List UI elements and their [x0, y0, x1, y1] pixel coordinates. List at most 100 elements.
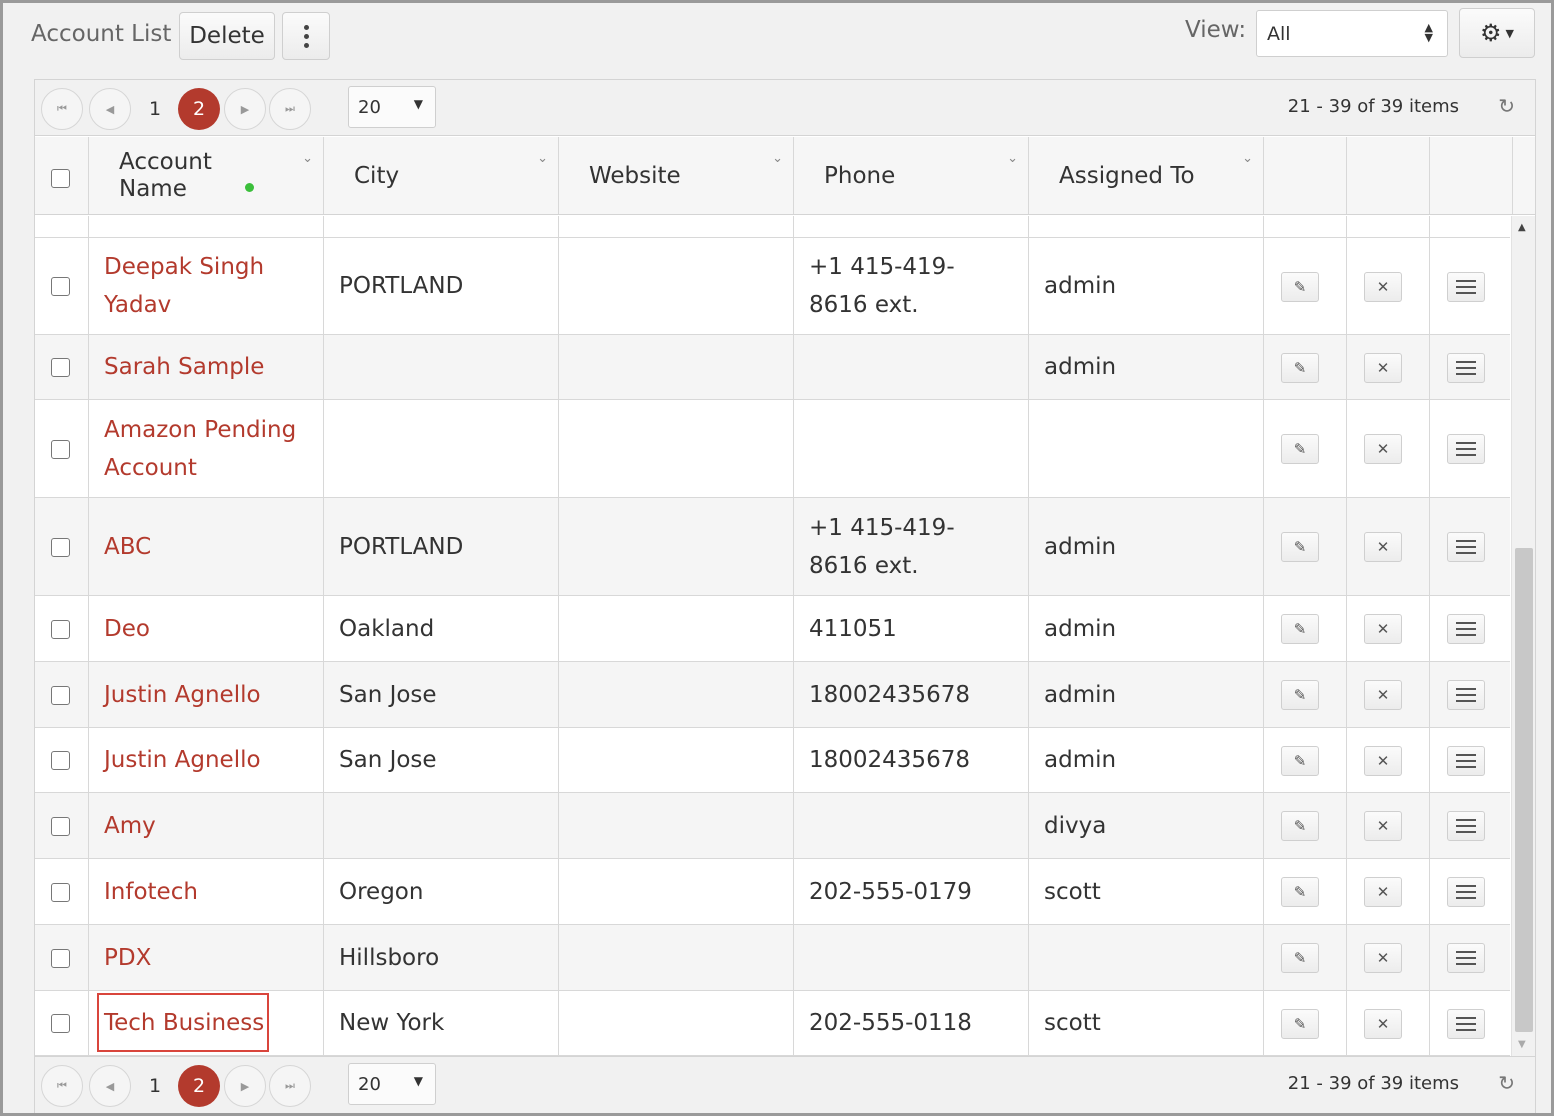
edit-button[interactable]: ✎: [1281, 811, 1319, 841]
edit-button[interactable]: ✎: [1281, 1008, 1319, 1039]
select-all-cell: [35, 137, 89, 214]
account-name-link[interactable]: Amazon Pending Account: [89, 400, 324, 497]
row-checkbox[interactable]: [51, 816, 70, 836]
last-page-icon[interactable]: ⏭: [269, 88, 311, 130]
view-select[interactable]: All ▲ ▼: [1256, 10, 1448, 57]
edit-button[interactable]: ✎: [1281, 352, 1319, 383]
page-size-select[interactable]: 20 ▼: [348, 1063, 436, 1105]
row-checkbox[interactable]: [51, 882, 70, 902]
delete-row-button[interactable]: ✕: [1364, 1008, 1402, 1039]
account-name-link[interactable]: PDX: [89, 925, 324, 990]
last-page-icon[interactable]: ⏭: [269, 1065, 311, 1107]
first-page-icon[interactable]: ⏮: [41, 1065, 83, 1107]
column-header-assigned-to[interactable]: Assigned To ⌄: [1029, 137, 1264, 214]
first-page-icon[interactable]: ⏮: [41, 88, 83, 130]
row-menu-button[interactable]: [1447, 434, 1485, 464]
delete-icon: ✕: [1376, 1014, 1390, 1033]
phone-cell: [794, 925, 1029, 990]
page-size-select[interactable]: 20 ▼: [348, 86, 436, 128]
select-all-checkbox[interactable]: [51, 169, 70, 188]
vertical-scrollbar[interactable]: ▲ ▼: [1511, 216, 1535, 1056]
row-checkbox[interactable]: [51, 537, 70, 557]
delete-row-button[interactable]: ✕: [1364, 943, 1402, 973]
column-header-phone[interactable]: Phone ⌄: [794, 137, 1029, 214]
toolbar: Account List Delete View: All ▲ ▼ ⚙ ▼: [3, 3, 1551, 75]
delete-row-button[interactable]: ✕: [1364, 271, 1402, 302]
column-header-website[interactable]: Website ⌄: [559, 137, 794, 214]
delete-row-button[interactable]: ✕: [1364, 614, 1402, 644]
delete-row-button[interactable]: ✕: [1364, 532, 1402, 562]
delete-row-button[interactable]: ✕: [1364, 745, 1402, 776]
next-page-icon[interactable]: ▶: [224, 88, 266, 130]
row-checkbox[interactable]: [51, 439, 70, 459]
row-menu-button[interactable]: [1447, 877, 1485, 907]
chevron-down-icon[interactable]: ⌄: [1242, 151, 1253, 166]
row-menu-button[interactable]: [1447, 680, 1485, 710]
edit-button[interactable]: ✎: [1281, 614, 1319, 644]
delete-row-button[interactable]: ✕: [1364, 434, 1402, 464]
row-checkbox[interactable]: [51, 685, 70, 705]
website-cell: [559, 335, 794, 399]
page-1-link[interactable]: 1: [134, 88, 176, 130]
row-menu-button[interactable]: [1447, 745, 1485, 776]
account-name-link[interactable]: Sarah Sample: [89, 335, 324, 399]
delete-row-button[interactable]: ✕: [1364, 877, 1402, 907]
column-header-account-name[interactable]: Account Name ⌄: [89, 137, 324, 214]
settings-button[interactable]: ⚙ ▼: [1459, 8, 1535, 58]
page-2-current[interactable]: 2: [178, 88, 220, 130]
edit-button[interactable]: ✎: [1281, 877, 1319, 907]
account-name-link[interactable]: Justin Agnello: [89, 662, 324, 727]
delete-button[interactable]: Delete: [179, 12, 275, 60]
account-name-link[interactable]: ABC: [89, 498, 324, 595]
row-menu-button[interactable]: [1447, 614, 1485, 644]
delete-row-button[interactable]: ✕: [1364, 680, 1402, 710]
chevron-down-icon[interactable]: ⌄: [537, 151, 548, 166]
prev-page-icon[interactable]: ◀: [89, 1065, 131, 1107]
account-name-link[interactable]: Deo: [89, 596, 324, 661]
row-checkbox[interactable]: [51, 1014, 70, 1033]
table-row: Sarah Sample admin ✎ ✕: [35, 335, 1510, 400]
scroll-thumb[interactable]: [1515, 548, 1533, 1032]
column-header-city[interactable]: City ⌄: [324, 137, 559, 214]
row-menu-button[interactable]: [1447, 532, 1485, 562]
prev-page-icon[interactable]: ◀: [89, 88, 131, 130]
row-menu-button[interactable]: [1447, 943, 1485, 973]
more-actions-button[interactable]: [282, 12, 330, 60]
action-cell: ✕: [1347, 925, 1430, 990]
edit-button[interactable]: ✎: [1281, 745, 1319, 776]
page-2-current[interactable]: 2: [178, 1065, 220, 1107]
edit-button[interactable]: ✎: [1281, 434, 1319, 464]
next-page-icon[interactable]: ▶: [224, 1065, 266, 1107]
row-checkbox[interactable]: [51, 751, 70, 770]
row-menu-button[interactable]: [1447, 352, 1485, 383]
row-menu-button[interactable]: [1447, 271, 1485, 302]
edit-button[interactable]: ✎: [1281, 943, 1319, 973]
refresh-icon[interactable]: ↻: [1498, 94, 1515, 118]
assigned-to-cell: [1029, 925, 1264, 990]
delete-row-button[interactable]: ✕: [1364, 352, 1402, 383]
account-name-link[interactable]: Justin Agnello: [89, 728, 324, 792]
account-name-link[interactable]: Deepak Singh Yadav: [89, 238, 324, 334]
page-1-link[interactable]: 1: [134, 1065, 176, 1107]
edit-button[interactable]: ✎: [1281, 532, 1319, 562]
edit-button[interactable]: ✎: [1281, 680, 1319, 710]
row-menu-button[interactable]: [1447, 811, 1485, 841]
chevron-down-icon[interactable]: ⌄: [1007, 151, 1018, 166]
row-checkbox[interactable]: [51, 948, 70, 968]
edit-icon: ✎: [1293, 817, 1307, 835]
account-name-link[interactable]: Amy: [89, 793, 324, 858]
website-cell: [559, 238, 794, 334]
chevron-down-icon[interactable]: ⌄: [772, 151, 783, 166]
row-checkbox[interactable]: [51, 619, 70, 639]
scroll-up-icon[interactable]: ▲: [1518, 222, 1526, 233]
account-name-link[interactable]: Infotech: [89, 859, 324, 924]
scroll-down-icon[interactable]: ▼: [1518, 1039, 1526, 1050]
row-checkbox[interactable]: [51, 277, 70, 296]
caret-down-icon: ▼: [1505, 26, 1514, 40]
delete-row-button[interactable]: ✕: [1364, 811, 1402, 841]
edit-button[interactable]: ✎: [1281, 271, 1319, 302]
refresh-icon[interactable]: ↻: [1498, 1071, 1515, 1095]
row-menu-button[interactable]: [1447, 1008, 1485, 1039]
chevron-down-icon[interactable]: ⌄: [302, 151, 313, 166]
row-checkbox[interactable]: [51, 358, 70, 377]
